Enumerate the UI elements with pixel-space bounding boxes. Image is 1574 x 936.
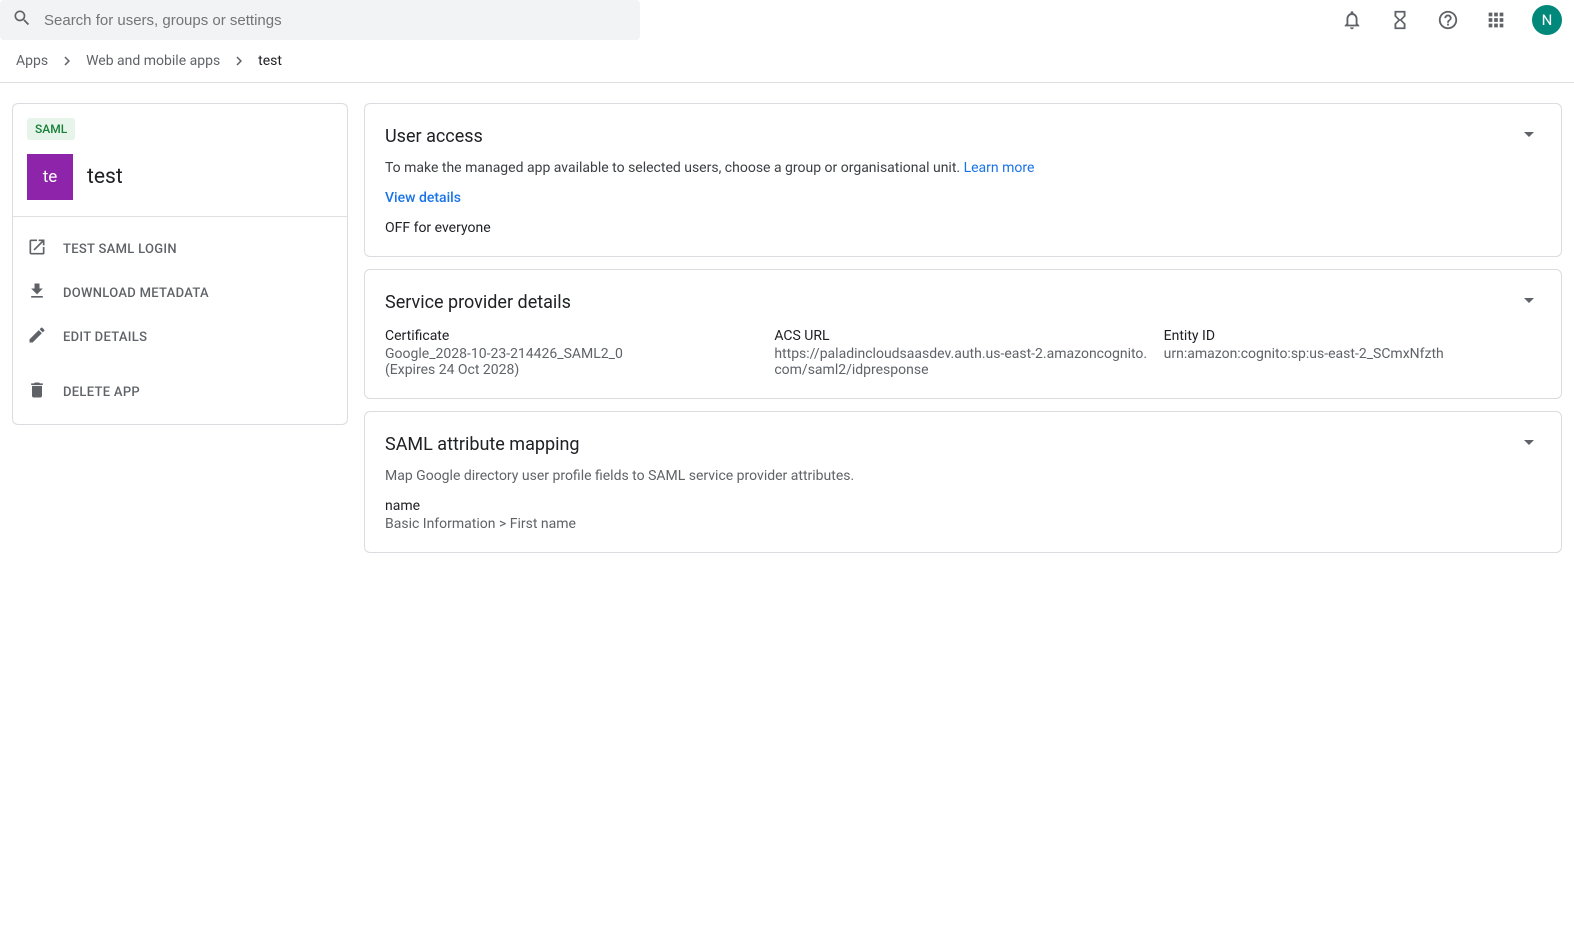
chevron-right-icon xyxy=(58,52,76,70)
main-column: User access To make the managed app avai… xyxy=(364,103,1562,553)
download-metadata-button[interactable]: DOWNLOAD METADATA xyxy=(13,271,347,315)
saml-mapping-description: Map Google directory user profile fields… xyxy=(385,468,1541,484)
acs-value: https://paladincloudsaasdev.auth.us-east… xyxy=(774,346,1151,378)
open-in-new-icon xyxy=(27,237,47,261)
avatar[interactable]: N xyxy=(1532,5,1562,35)
breadcrumb-current: test xyxy=(258,53,282,69)
topbar-right: N xyxy=(1340,5,1562,35)
breadcrumb-apps[interactable]: Apps xyxy=(16,53,48,69)
chevron-down-icon[interactable] xyxy=(1517,430,1541,458)
breadcrumb: Apps Web and mobile apps test xyxy=(0,40,1574,83)
learn-more-link[interactable]: Learn more xyxy=(964,160,1035,176)
action-label: DELETE APP xyxy=(63,385,140,400)
delete-app-button[interactable]: DELETE APP xyxy=(13,365,347,414)
saml-badge: SAML xyxy=(27,118,75,140)
breadcrumb-web-mobile[interactable]: Web and mobile apps xyxy=(86,53,220,69)
entity-label: Entity ID xyxy=(1164,328,1541,344)
attribute-mapping: Basic Information > First name xyxy=(385,516,1541,532)
apps-icon[interactable] xyxy=(1484,8,1508,32)
app-icon: te xyxy=(27,154,73,200)
service-provider-panel[interactable]: Service provider details Certificate Goo… xyxy=(364,269,1562,399)
content: SAML te test TEST SAML LOGIN DOWNLOAD ME… xyxy=(0,83,1574,573)
panel-title: User access xyxy=(385,126,483,147)
action-list: TEST SAML LOGIN DOWNLOAD METADATA EDIT D… xyxy=(13,217,347,424)
search-icon xyxy=(12,8,44,32)
certificate-label: Certificate xyxy=(385,328,762,344)
search-box[interactable] xyxy=(0,0,640,40)
desc-text: To make the managed app available to sel… xyxy=(385,160,964,176)
action-label: EDIT DETAILS xyxy=(63,330,147,345)
entity-value: urn:amazon:cognito:sp:us-east-2_SCmxNfzt… xyxy=(1164,346,1541,362)
action-label: TEST SAML LOGIN xyxy=(63,242,177,257)
topbar: N xyxy=(0,0,1574,40)
trash-icon xyxy=(27,380,47,404)
test-saml-login-button[interactable]: TEST SAML LOGIN xyxy=(13,227,347,271)
app-name: test xyxy=(87,165,123,189)
panel-title: Service provider details xyxy=(385,292,571,313)
chevron-right-icon xyxy=(230,52,248,70)
edit-details-button[interactable]: EDIT DETAILS xyxy=(13,315,347,359)
notifications-icon[interactable] xyxy=(1340,8,1364,32)
acs-label: ACS URL xyxy=(774,328,1151,344)
user-access-status: OFF for everyone xyxy=(385,220,1541,236)
download-icon xyxy=(27,281,47,305)
app-side-card: SAML te test TEST SAML LOGIN DOWNLOAD ME… xyxy=(12,103,348,425)
attribute-name: name xyxy=(385,498,1541,514)
panel-title: SAML attribute mapping xyxy=(385,434,580,455)
pencil-icon xyxy=(27,325,47,349)
saml-mapping-panel[interactable]: SAML attribute mapping Map Google direct… xyxy=(364,411,1562,553)
certificate-col: Certificate Google_2028-10-23-214426_SAM… xyxy=(385,328,762,378)
entity-id-col: Entity ID urn:amazon:cognito:sp:us-east-… xyxy=(1164,328,1541,378)
certificate-value: Google_2028-10-23-214426_SAML2_0 xyxy=(385,346,762,362)
view-details-link[interactable]: View details xyxy=(385,190,1541,206)
chevron-down-icon[interactable] xyxy=(1517,288,1541,316)
acs-url-col: ACS URL https://paladincloudsaasdev.auth… xyxy=(774,328,1151,378)
search-input[interactable] xyxy=(44,12,628,29)
user-access-description: To make the managed app available to sel… xyxy=(385,160,1541,176)
hourglass-icon[interactable] xyxy=(1388,8,1412,32)
help-icon[interactable] xyxy=(1436,8,1460,32)
user-access-panel[interactable]: User access To make the managed app avai… xyxy=(364,103,1562,257)
action-label: DOWNLOAD METADATA xyxy=(63,286,209,301)
chevron-down-icon[interactable] xyxy=(1517,122,1541,150)
certificate-expiry: (Expires 24 Oct 2028) xyxy=(385,362,762,378)
